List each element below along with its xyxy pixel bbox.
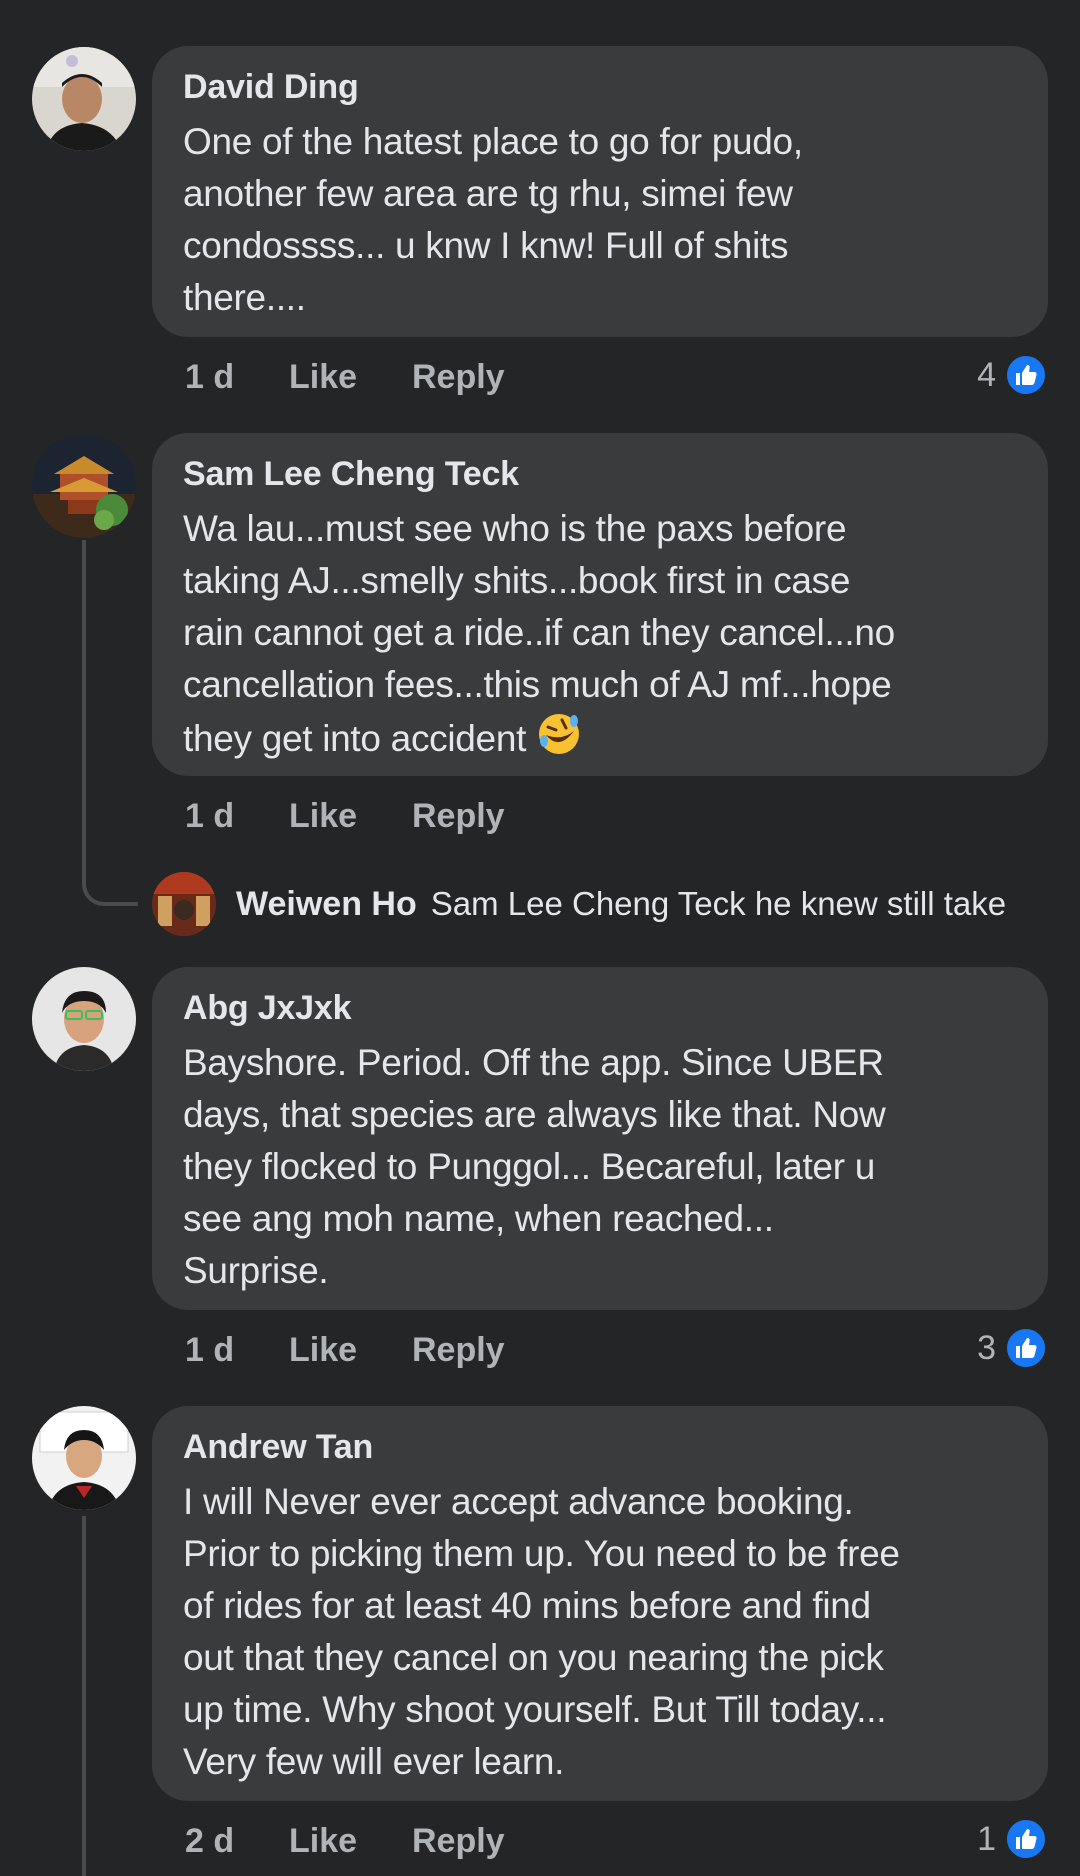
reaction-count: 1 — [977, 1819, 996, 1858]
comment-text-line: rain cannot get a ride..if can they canc… — [183, 612, 895, 653]
comment-text: One of the hatest place to go for pudo, … — [183, 116, 1018, 324]
thumbs-up-icon — [1004, 1326, 1048, 1370]
reply-button[interactable]: Reply — [412, 355, 505, 399]
comment-text-line: up time. Why shoot yourself. But Till to… — [183, 1689, 887, 1730]
avatar[interactable] — [32, 967, 136, 1071]
comment-author[interactable]: Sam Lee Cheng Teck — [183, 453, 1018, 495]
comment-text: Wa lau...must see who is the paxs before… — [183, 503, 1018, 771]
comment-text: I will Never ever accept advance booking… — [183, 1476, 1018, 1788]
comment-actions: 1 d Like Reply — [185, 794, 505, 838]
comment-timestamp[interactable]: 2 d — [185, 1819, 289, 1863]
avatar-photo-icon — [32, 967, 136, 1071]
comment-bubble[interactable]: Sam Lee Cheng Teck Wa lau...must see who… — [152, 433, 1048, 776]
avatar[interactable] — [32, 434, 136, 538]
comment-author[interactable]: Andrew Tan — [183, 1426, 1018, 1468]
comment-bubble[interactable]: Abg JxJxk Bayshore. Period. Off the app.… — [152, 967, 1048, 1310]
comment-text-line: cancellation fees...this much of AJ mf..… — [183, 664, 892, 705]
comment-timestamp[interactable]: 1 d — [185, 1328, 289, 1372]
comment-author[interactable]: David Ding — [183, 66, 1018, 108]
avatar-photo-icon — [32, 47, 136, 151]
avatar[interactable] — [32, 1406, 136, 1510]
thumbs-up-icon — [1004, 1817, 1048, 1861]
comment-text: Bayshore. Period. Off the app. Since UBE… — [183, 1037, 1018, 1297]
comment-text-line: Prior to picking them up. You need to be… — [183, 1533, 900, 1574]
reaction-count: 3 — [977, 1328, 996, 1367]
avatar-photo-icon — [32, 434, 136, 538]
comment-timestamp[interactable]: 1 d — [185, 794, 289, 838]
rolling-on-floor-laughing-emoji-icon — [536, 711, 582, 771]
like-button[interactable]: Like — [289, 1328, 412, 1372]
comment-text-line: Bayshore. Period. Off the app. Since UBE… — [183, 1042, 884, 1083]
thumbs-up-icon — [1004, 353, 1048, 397]
thread-line — [82, 540, 86, 870]
like-button[interactable]: Like — [289, 794, 412, 838]
comment-text-line: days, that species are always like that.… — [183, 1094, 886, 1135]
reply-button[interactable]: Reply — [412, 794, 505, 838]
comment-text-line: of rides for at least 40 mins before and… — [183, 1585, 871, 1626]
comment-text-line: they flocked to Punggol... Becareful, la… — [183, 1146, 875, 1187]
comment-text-line: there.... — [183, 277, 306, 318]
thread-line — [82, 1516, 86, 1876]
reaction-summary[interactable]: 1 — [977, 1817, 1048, 1861]
comment-text-segment: they get into accident — [183, 718, 527, 759]
comment-text-line: out that they cancel on you nearing the … — [183, 1637, 884, 1678]
comment-timestamp[interactable]: 1 d — [185, 355, 289, 399]
comment-text-line: Surprise. — [183, 1250, 329, 1291]
comment-text-line: taking AJ...smelly shits...book first in… — [183, 560, 851, 601]
avatar-photo-icon — [32, 1406, 136, 1510]
comment-text-line: see ang moh name, when reached... — [183, 1198, 774, 1239]
reaction-count: 4 — [977, 355, 996, 394]
comment-actions: 2 d Like Reply — [185, 1819, 505, 1863]
comment-actions: 1 d Like Reply — [185, 1328, 505, 1372]
reply-preview[interactable]: Weiwen Ho Sam Lee Cheng Teck he knew sti… — [152, 872, 1006, 936]
comment-bubble[interactable]: Andrew Tan I will Never ever accept adva… — [152, 1406, 1048, 1801]
reaction-summary[interactable]: 4 — [977, 353, 1048, 397]
comment-actions: 1 d Like Reply — [185, 355, 505, 399]
thread-curve — [82, 860, 138, 906]
comment-text-line: One of the hatest place to go for pudo, — [183, 121, 803, 162]
reaction-summary[interactable]: 3 — [977, 1326, 1048, 1370]
reply-button[interactable]: Reply — [412, 1819, 505, 1863]
like-button[interactable]: Like — [289, 355, 412, 399]
comment-bubble[interactable]: David Ding One of the hatest place to go… — [152, 46, 1048, 337]
comment-text-line: another few area are tg rhu, simei few — [183, 173, 793, 214]
like-button[interactable]: Like — [289, 1819, 412, 1863]
comment-text-line: they get into accident — [183, 711, 1018, 771]
reply-text: Sam Lee Cheng Teck he knew still take — [430, 885, 1007, 922]
avatar[interactable] — [32, 47, 136, 151]
reply-button[interactable]: Reply — [412, 1328, 505, 1372]
comment-text-line: Very few will ever learn. — [183, 1741, 565, 1782]
comment-text-line: condossss... u knw I knw! Full of shits — [183, 225, 789, 266]
comment-author[interactable]: Abg JxJxk — [183, 987, 1018, 1029]
comment-text-line: I will Never ever accept advance booking… — [183, 1481, 854, 1522]
comment-text-line: Wa lau...must see who is the paxs before — [183, 508, 847, 549]
reply-author[interactable]: Weiwen Ho — [236, 885, 417, 924]
